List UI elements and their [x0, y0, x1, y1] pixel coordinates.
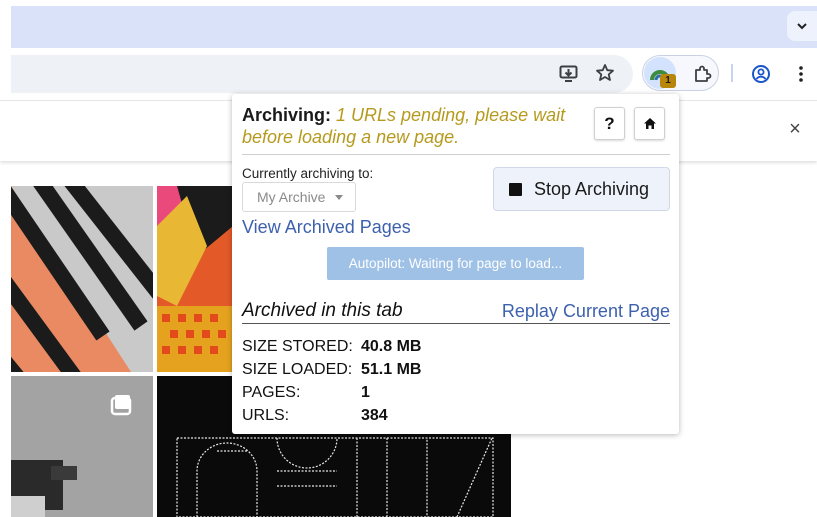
autopilot-button[interactable]: Autopilot: Waiting for page to load...: [327, 247, 584, 280]
extensions-puzzle-icon[interactable]: [690, 62, 714, 86]
archived-in-tab-heading: Archived in this tab: [242, 300, 403, 321]
banner-close-icon[interactable]: ×: [785, 119, 805, 139]
bookmark-star-icon[interactable]: [593, 61, 617, 85]
stat-label: PAGES:: [242, 384, 301, 401]
tab-strip: [0, 0, 817, 48]
stat-value: 51.1 MB: [361, 361, 422, 378]
profile-icon[interactable]: [749, 62, 773, 86]
gallery-image-orange-stripes[interactable]: [11, 186, 153, 372]
tab-search-button[interactable]: [787, 11, 817, 41]
chevron-down-icon: [797, 23, 807, 30]
gallery-image-product-photo[interactable]: [11, 376, 153, 517]
help-icon: ?: [604, 113, 615, 133]
more-menu-icon[interactable]: [792, 62, 810, 86]
toolbar-separator: [731, 64, 733, 82]
stat-label: SIZE STORED:: [242, 338, 353, 355]
install-app-icon[interactable]: [557, 62, 581, 86]
archive-popup: Archiving: 1 URLs pending, please wait b…: [232, 94, 679, 434]
section-divider: [242, 323, 670, 324]
stat-size-loaded: SIZE LOADED: 51.1 MB: [242, 361, 421, 379]
home-button[interactable]: [634, 107, 665, 140]
archiveweb-extension-button[interactable]: 1: [644, 57, 676, 89]
stat-urls: URLS: 384: [242, 407, 388, 425]
address-bar[interactable]: [11, 55, 633, 93]
stat-pages: PAGES: 1: [242, 384, 370, 402]
archive-select[interactable]: My Archive: [242, 182, 356, 212]
caret-down-icon: [335, 195, 343, 200]
stat-value: 1: [361, 384, 370, 401]
view-archived-pages-link[interactable]: View Archived Pages: [242, 217, 411, 238]
currently-archiving-label: Currently archiving to:: [242, 166, 374, 181]
replay-current-page-link[interactable]: Replay Current Page: [502, 301, 670, 322]
stat-value: 40.8 MB: [361, 338, 422, 355]
extension-badge: 1: [660, 74, 676, 88]
help-button[interactable]: ?: [594, 107, 625, 140]
archive-select-value: My Archive: [257, 189, 326, 205]
stat-size-stored: SIZE STORED: 40.8 MB: [242, 338, 421, 356]
stop-archiving-button[interactable]: Stop Archiving: [493, 167, 670, 211]
gallery-image-colorful-pattern[interactable]: [157, 186, 233, 372]
archiving-status-label: Archiving:: [242, 105, 332, 125]
archiving-status: Archiving: 1 URLs pending, please wait b…: [242, 104, 587, 148]
stat-label: URLS:: [242, 407, 290, 424]
stop-icon: [509, 182, 522, 196]
stop-archiving-label: Stop Archiving: [534, 178, 650, 199]
stat-label: SIZE LOADED:: [242, 361, 353, 378]
stat-value: 384: [361, 407, 388, 424]
browser-toolbar: 1: [0, 48, 817, 100]
header-divider: [242, 154, 670, 155]
home-icon: [643, 118, 656, 129]
tab-strip-background: [11, 6, 817, 48]
